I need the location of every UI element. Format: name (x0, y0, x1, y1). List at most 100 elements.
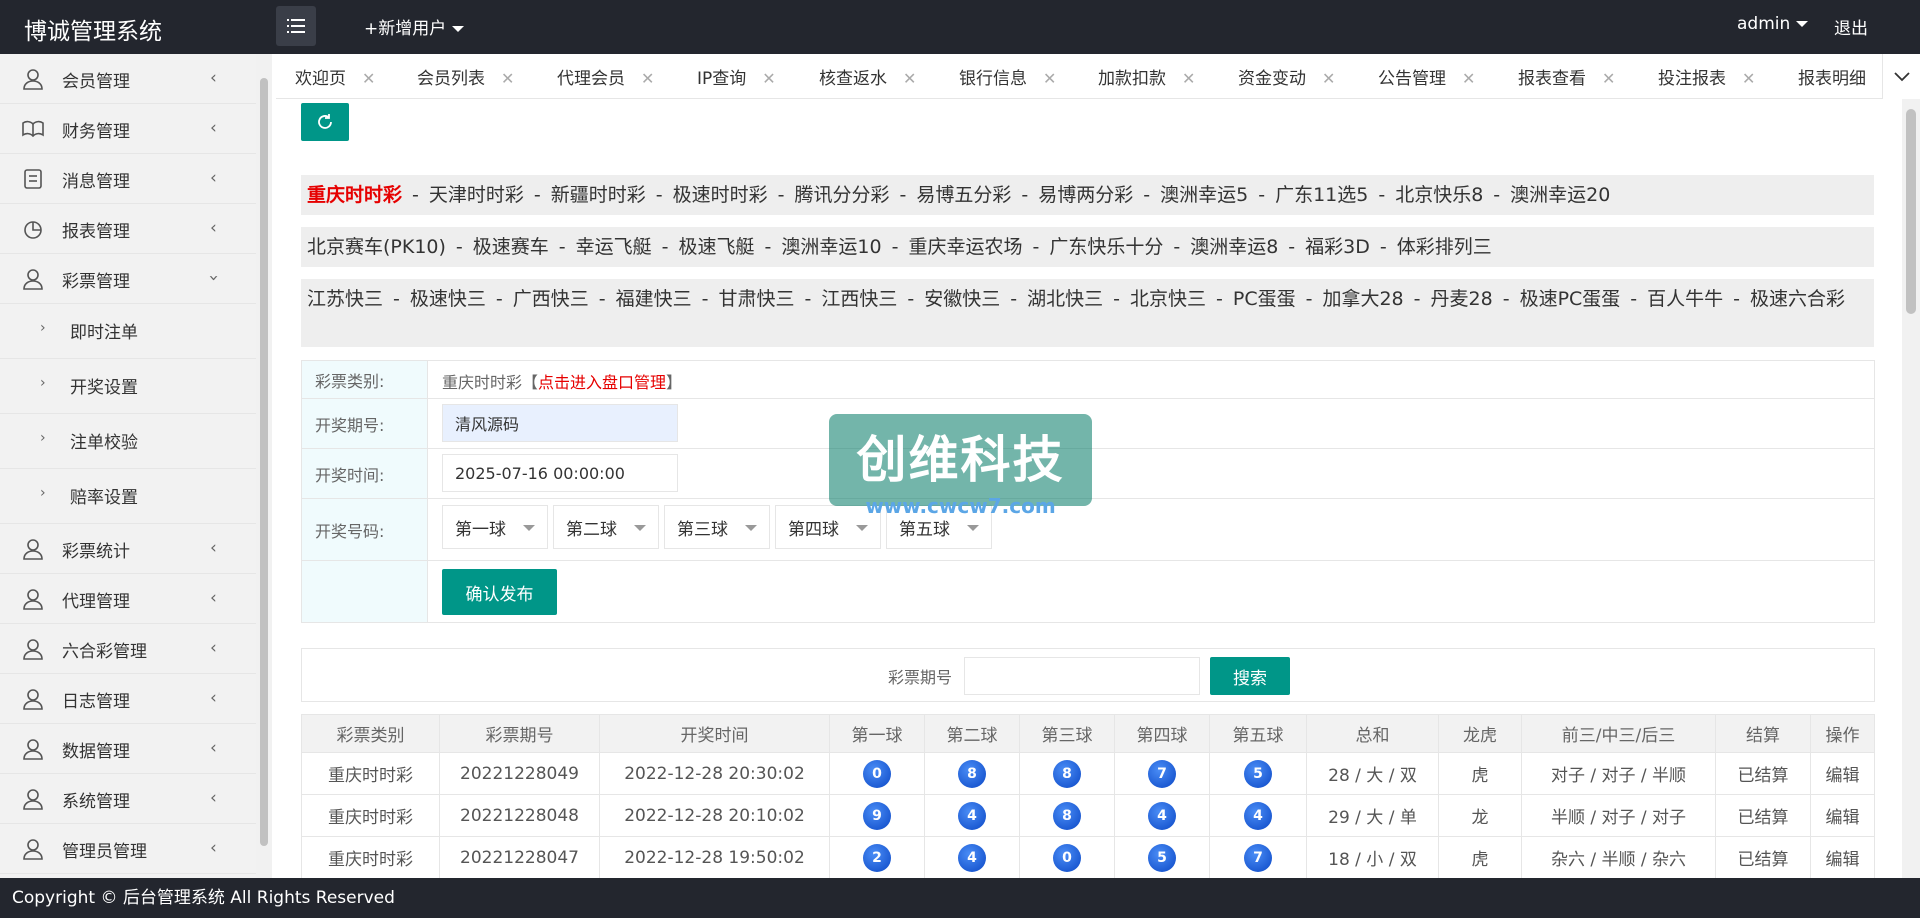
form-label: 开奖时间: (302, 449, 428, 498)
lottery-link[interactable]: 极速PC蛋蛋 (1520, 288, 1621, 310)
lottery-link[interactable]: 腾讯分分彩 (795, 184, 890, 206)
sidebar-item-messages[interactable]: 消息管理 ‹ (0, 154, 256, 204)
tab-member-list[interactable]: 会员列表 ✕ (417, 64, 514, 89)
sidebar-item-lottery[interactable]: 彩票管理 ‹ (0, 254, 256, 304)
tab-rebate-check[interactable]: 核查返水 ✕ (819, 64, 916, 89)
close-icon[interactable]: ✕ (641, 69, 654, 88)
lottery-link[interactable]: 福彩3D (1305, 236, 1370, 258)
lottery-link[interactable]: 甘肃快三 (719, 288, 795, 310)
lottery-link[interactable]: 广东11选5 (1275, 184, 1368, 206)
lottery-link[interactable]: 极速飞艇 (679, 236, 755, 258)
sidebar-subitem-live-bets[interactable]: › 即时注单 (0, 304, 256, 359)
scrollbar-thumb[interactable] (1906, 109, 1916, 314)
ball-1-select[interactable]: 第一球 (442, 505, 548, 549)
period-input[interactable]: 清风源码 (442, 404, 678, 442)
sidebar-item-admins[interactable]: 管理员管理 ‹ (0, 824, 256, 874)
tab-balance-adjust[interactable]: 加款扣款 ✕ (1098, 64, 1195, 89)
close-icon[interactable]: ✕ (501, 69, 514, 88)
sidebar-subitem-odds-settings[interactable]: › 赔率设置 (0, 469, 256, 524)
lottery-link[interactable]: 幸运飞艇 (576, 236, 652, 258)
lottery-link[interactable]: 极速时时彩 (673, 184, 768, 206)
main-scrollbar[interactable] (1902, 99, 1920, 878)
logout-link[interactable]: 退出 (1834, 14, 1868, 39)
close-icon[interactable]: ✕ (362, 69, 375, 88)
lottery-link[interactable]: PC蛋蛋 (1233, 288, 1296, 310)
close-icon[interactable]: ✕ (1602, 69, 1615, 88)
sidebar-subitem-bet-check[interactable]: › 注单校验 (0, 414, 256, 469)
lottery-link[interactable]: 天津时时彩 (429, 184, 524, 206)
close-icon[interactable]: ✕ (1182, 69, 1195, 88)
period-search-input[interactable] (964, 657, 1200, 695)
lottery-link[interactable]: 新疆时时彩 (551, 184, 646, 206)
scrollbar-thumb[interactable] (260, 78, 268, 846)
lottery-link[interactable]: 极速快三 (410, 288, 486, 310)
lottery-link[interactable]: 极速六合彩 (1750, 288, 1845, 310)
admin-menu[interactable]: admin (1737, 14, 1809, 34)
search-button[interactable]: 搜索 (1210, 657, 1290, 695)
lottery-link[interactable]: 澳洲幸运10 (781, 236, 881, 258)
edit-button[interactable]: 编辑 (1810, 836, 1875, 879)
lottery-link[interactable]: 福建快三 (616, 288, 692, 310)
lottery-link[interactable]: 体彩排列三 (1397, 236, 1492, 258)
sidebar-scrollbar[interactable] (256, 54, 272, 878)
lottery-link[interactable]: 广西快三 (513, 288, 589, 310)
lottery-link[interactable]: 安徽快三 (924, 288, 1000, 310)
tab-report-view[interactable]: 报表查看 ✕ (1518, 64, 1615, 89)
tab-announcements[interactable]: 公告管理 ✕ (1378, 64, 1475, 89)
lottery-link[interactable]: 重庆时时彩 (307, 184, 402, 206)
close-icon[interactable]: ✕ (903, 69, 916, 88)
menu-toggle-button[interactable] (276, 6, 316, 46)
lottery-link[interactable]: 极速赛车 (473, 236, 549, 258)
refresh-button[interactable] (301, 103, 349, 141)
lottery-link[interactable]: 湖北快三 (1027, 288, 1103, 310)
close-icon[interactable]: ✕ (1462, 69, 1475, 88)
sidebar-item-lottery-stats[interactable]: 彩票统计 ‹ (0, 524, 256, 574)
lottery-link[interactable]: 澳洲幸运5 (1160, 184, 1248, 206)
tab-bet-report[interactable]: 投注报表 ✕ (1658, 64, 1755, 89)
sidebar-subitem-label: 开奖设置 (70, 378, 138, 398)
lottery-link[interactable]: 澳洲幸运20 (1510, 184, 1610, 206)
lottery-link[interactable]: 加拿大28 (1322, 288, 1403, 310)
add-user-menu[interactable]: +新增用户 (364, 14, 465, 39)
sidebar-item-mark-six[interactable]: 六合彩管理 ‹ (0, 624, 256, 674)
lottery-link[interactable]: 北京赛车(PK10) (307, 236, 446, 258)
tab-agent-members[interactable]: 代理会员 ✕ (557, 64, 654, 89)
sidebar-item-members[interactable]: 会员管理 ‹ (0, 54, 256, 104)
publish-button[interactable]: 确认发布 (442, 569, 557, 615)
lottery-link[interactable]: 百人牛牛 (1647, 288, 1723, 310)
tab-welcome[interactable]: 欢迎页 ✕ (295, 64, 375, 89)
close-icon[interactable]: ✕ (762, 69, 775, 88)
sidebar-subitem-draw-settings[interactable]: › 开奖设置 (0, 359, 256, 414)
ball-2-select[interactable]: 第二球 (553, 505, 659, 549)
lottery-link[interactable]: 北京快三 (1130, 288, 1206, 310)
edit-button[interactable]: 编辑 (1810, 794, 1875, 837)
sidebar-item-system[interactable]: 系统管理 ‹ (0, 774, 256, 824)
cell-time: 2022-12-28 20:30:02 (599, 752, 830, 795)
tab-fund-changes[interactable]: 资金变动 ✕ (1238, 64, 1335, 89)
close-icon[interactable]: ✕ (1043, 69, 1056, 88)
lottery-link[interactable]: 易博两分彩 (1038, 184, 1133, 206)
tab-more-button[interactable] (1882, 54, 1920, 99)
tab-report-details[interactable]: 报表明细 (1798, 64, 1866, 89)
lottery-link[interactable]: 丹麦28 (1431, 288, 1493, 310)
sidebar-item-agents[interactable]: 代理管理 ‹ (0, 574, 256, 624)
lottery-link[interactable]: 江苏快三 (307, 288, 383, 310)
close-icon[interactable]: ✕ (1742, 69, 1755, 88)
tab-ip-query[interactable]: IP查询 ✕ (697, 64, 776, 89)
sidebar-item-logs[interactable]: 日志管理 ‹ (0, 674, 256, 724)
time-input[interactable]: 2025-07-16 00:00:00 (442, 454, 678, 492)
lottery-link[interactable]: 江西快三 (821, 288, 897, 310)
lottery-link[interactable]: 重庆幸运农场 (908, 236, 1022, 258)
market-management-link[interactable]: 点击进入盘口管理 (538, 373, 666, 392)
close-icon[interactable]: ✕ (1322, 69, 1335, 88)
edit-button[interactable]: 编辑 (1810, 752, 1875, 795)
ball-3-select[interactable]: 第三球 (664, 505, 770, 549)
sidebar-item-finance[interactable]: 财务管理 ‹ (0, 104, 256, 154)
sidebar-item-data[interactable]: 数据管理 ‹ (0, 724, 256, 774)
tab-bank-info[interactable]: 银行信息 ✕ (959, 64, 1056, 89)
lottery-link[interactable]: 易博五分彩 (916, 184, 1011, 206)
sidebar-item-reports[interactable]: 报表管理 ‹ (0, 204, 256, 254)
lottery-link[interactable]: 广东快乐十分 (1049, 236, 1163, 258)
lottery-link[interactable]: 澳洲幸运8 (1190, 236, 1278, 258)
lottery-link[interactable]: 北京快乐8 (1395, 184, 1483, 206)
